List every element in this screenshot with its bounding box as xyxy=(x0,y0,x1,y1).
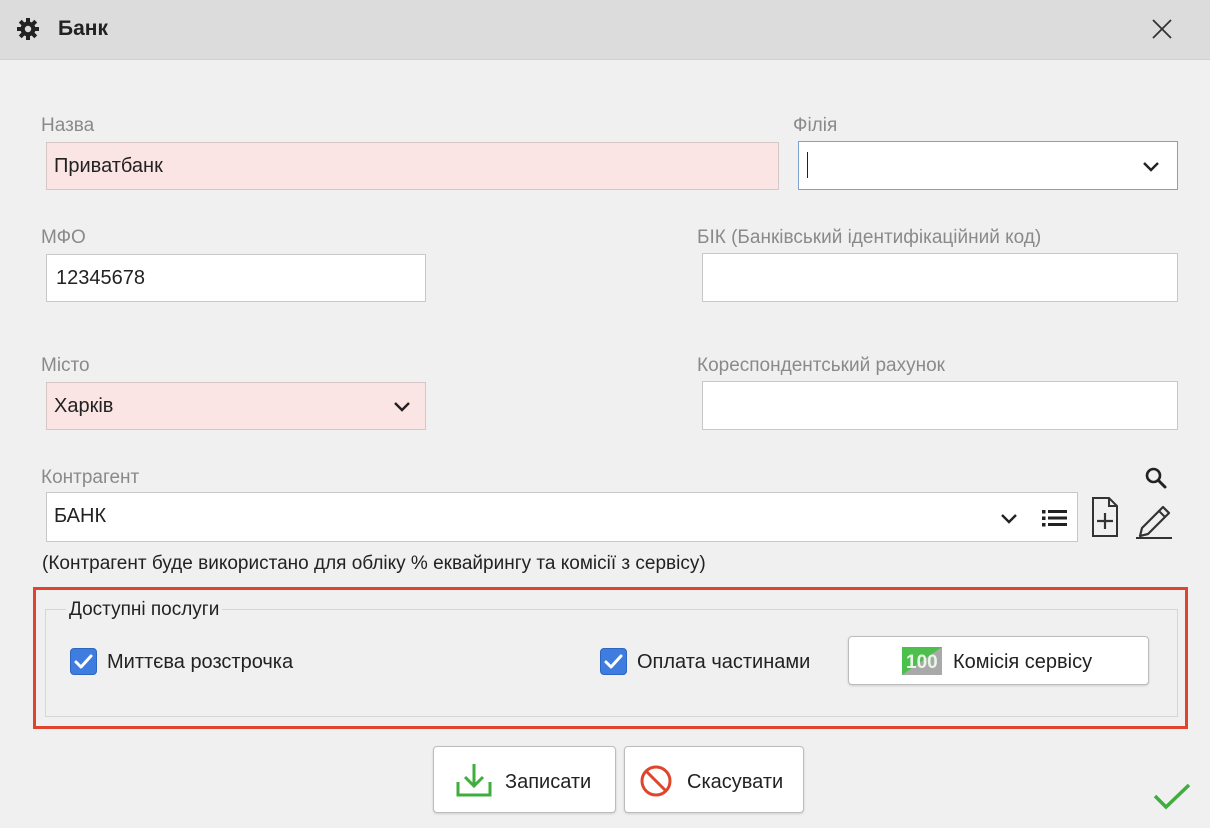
save-button[interactable]: Записати xyxy=(433,746,616,813)
branch-select[interactable] xyxy=(798,141,1178,190)
mfo-label: МФО xyxy=(41,227,86,248)
save-download-icon xyxy=(456,764,492,797)
cancel-button[interactable]: Скасувати xyxy=(624,746,804,813)
name-label: Назва xyxy=(41,115,95,136)
save-button-label: Записати xyxy=(505,771,592,793)
add-document-icon[interactable] xyxy=(1090,496,1120,538)
bic-label: БІК (Банківський ідентифікаційний код) xyxy=(697,227,1042,248)
window-title: Банк xyxy=(58,17,108,40)
counterparty-value: БАНК xyxy=(54,505,107,527)
text-caret xyxy=(807,152,808,178)
chevron-down-icon[interactable] xyxy=(1000,513,1018,525)
mfo-value: 12345678 xyxy=(56,267,145,289)
city-label: Місто xyxy=(41,355,90,376)
counterparty-label: Контрагент xyxy=(41,467,140,488)
bank-dialog: Банк Назва Приватбанк Філія МФО 12345678… xyxy=(0,0,1210,828)
corr-account-field[interactable] xyxy=(702,381,1178,430)
pencil-icon[interactable] xyxy=(1134,500,1174,540)
search-icon[interactable] xyxy=(1144,466,1168,490)
name-field[interactable]: Приватбанк xyxy=(46,142,779,190)
chevron-down-icon[interactable] xyxy=(393,401,411,413)
highlight-box xyxy=(33,587,1188,729)
cancel-button-label: Скасувати xyxy=(687,771,784,793)
counterparty-select[interactable]: БАНК xyxy=(46,492,1078,542)
bic-field[interactable] xyxy=(702,253,1178,302)
list-icon[interactable] xyxy=(1041,508,1069,528)
name-value: Приватбанк xyxy=(54,155,163,177)
close-icon xyxy=(1152,19,1172,39)
cancel-icon xyxy=(640,765,672,797)
chevron-down-icon[interactable] xyxy=(1142,161,1160,173)
city-value: Харків xyxy=(54,395,114,417)
close-button[interactable] xyxy=(1146,12,1178,46)
checkmark-status-icon xyxy=(1153,783,1191,810)
title-bar: Банк xyxy=(0,0,1210,60)
counterparty-note: (Контрагент буде використано для обліку … xyxy=(42,553,706,574)
city-select[interactable]: Харків xyxy=(46,382,426,430)
corr-account-label: Кореспондентський рахунок xyxy=(697,355,945,376)
branch-label: Філія xyxy=(793,115,838,136)
gear-icon xyxy=(17,18,39,40)
mfo-field[interactable]: 12345678 xyxy=(46,254,426,302)
